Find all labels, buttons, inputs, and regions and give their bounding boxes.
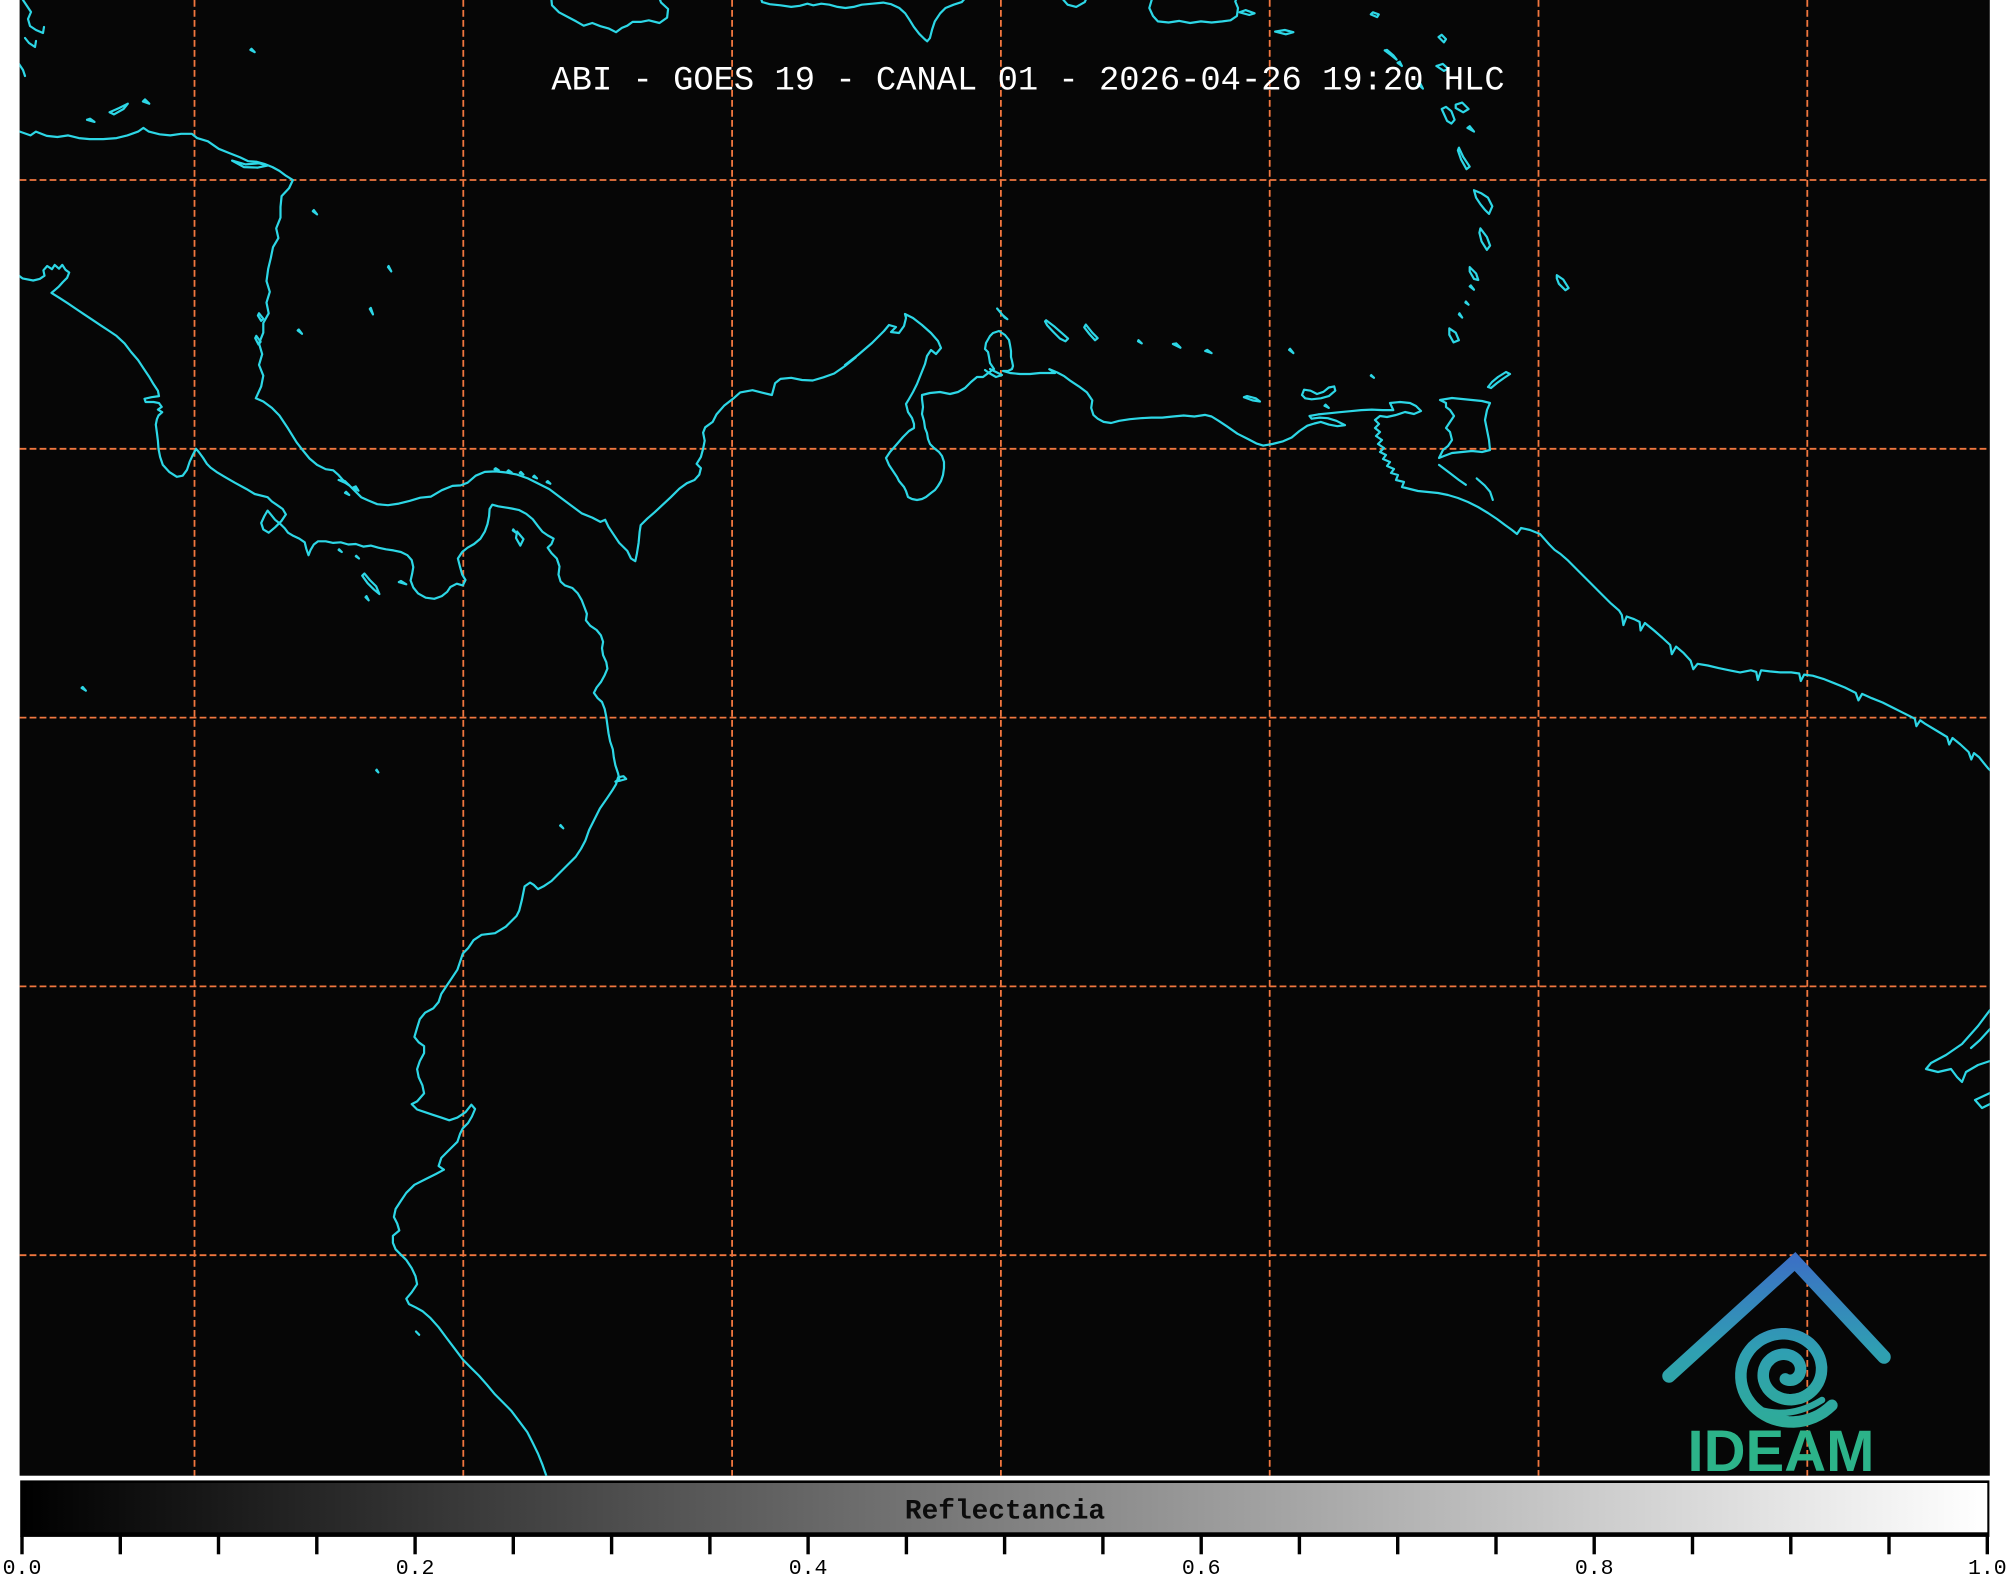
svg-text:0.4: 0.4 — [789, 1557, 828, 1577]
svg-text:ABI - GOES 19 - CANAL 01 - 202: ABI - GOES 19 - CANAL 01 - 2026-04-26 19… — [551, 62, 1504, 100]
svg-text:IDEAM: IDEAM — [1688, 1419, 1875, 1484]
svg-text:0.6: 0.6 — [1182, 1557, 1221, 1577]
svg-text:0.2: 0.2 — [396, 1557, 435, 1577]
svg-text:0.0: 0.0 — [3, 1557, 42, 1577]
svg-text:1.0: 1.0 — [1968, 1557, 2007, 1577]
svg-text:Reflectancia: Reflectancia — [905, 1497, 1105, 1528]
svg-text:0.8: 0.8 — [1575, 1557, 1614, 1577]
